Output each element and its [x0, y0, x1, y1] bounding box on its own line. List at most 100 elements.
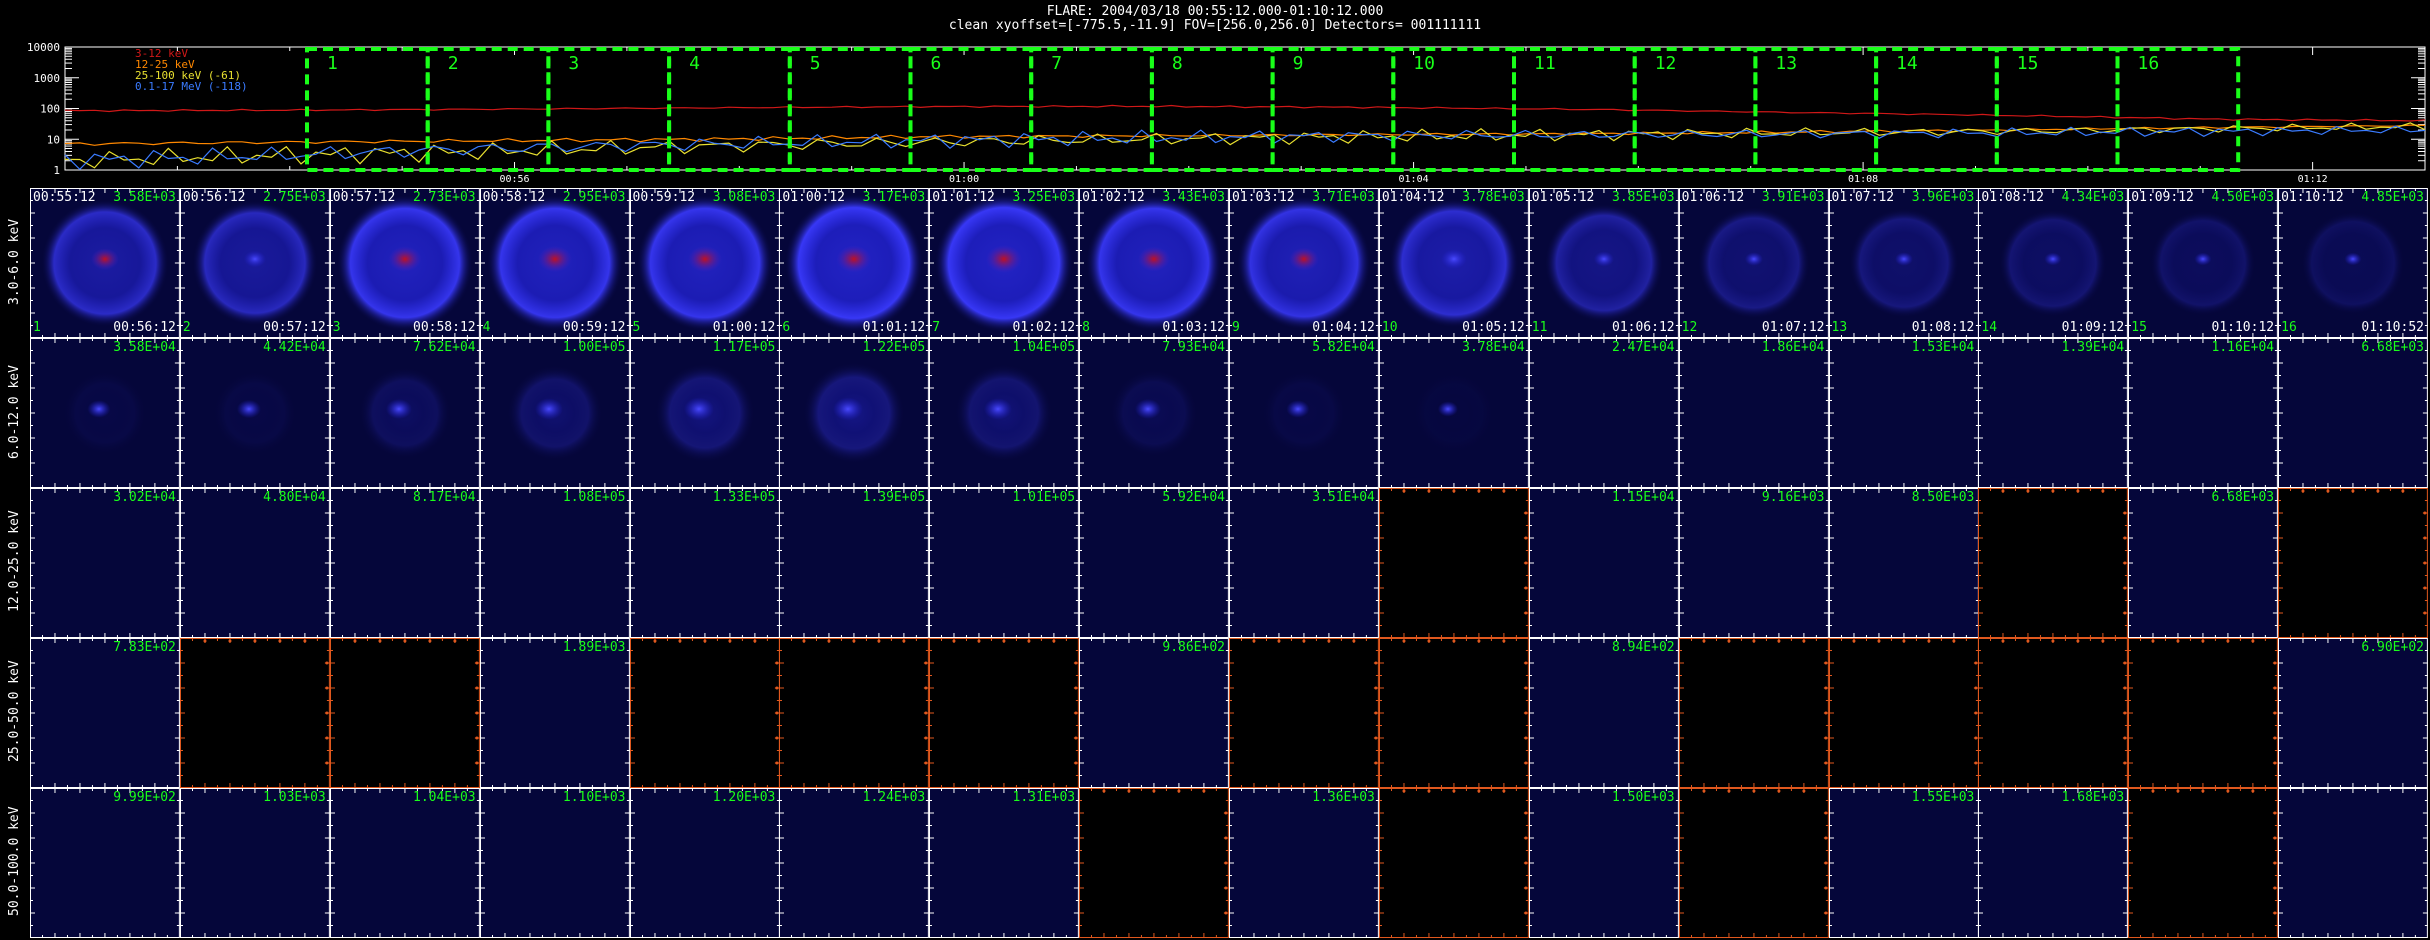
image-cell[interactable]: [1378, 788, 1529, 938]
image-cell[interactable]: 1.03E+03: [179, 788, 330, 938]
image-cell[interactable]: 6.68E+03: [2128, 488, 2279, 638]
cell-marker: [2123, 561, 2127, 565]
image-cell[interactable]: [329, 638, 480, 788]
image-cell[interactable]: [1828, 638, 1979, 788]
image-cell[interactable]: 1.01E+05: [929, 488, 1080, 638]
image-cell[interactable]: [2128, 638, 2279, 788]
image-cell[interactable]: [1229, 638, 1379, 788]
image-cell[interactable]: 7.62E+04: [329, 338, 480, 488]
image-cell[interactable]: 8.94E+02: [1528, 638, 1679, 788]
image-cell[interactable]: 1.36E+03: [1229, 788, 1379, 938]
image-index: 3: [332, 320, 341, 335]
image-cell[interactable]: [929, 638, 1080, 788]
image-cell[interactable]: 8.50E+03: [1828, 488, 1979, 638]
cell-marker: [1374, 661, 1378, 665]
cell-border: [929, 638, 1080, 788]
image-cell[interactable]: 2.95E+03 00:58:12 4 00:59:12: [479, 188, 630, 338]
image-cell-plot: [1079, 338, 1229, 488]
image-cell[interactable]: [2278, 788, 2428, 938]
image-cell[interactable]: [779, 638, 930, 788]
cell-marker: [2251, 789, 2255, 793]
image-cell[interactable]: [179, 638, 330, 788]
image-start-time: 01:07:12: [1831, 190, 1895, 205]
image-cell[interactable]: 1.53E+04: [1828, 338, 1979, 488]
image-peak-value: 1.22E+05: [862, 340, 926, 355]
image-cell[interactable]: 1.15E+04: [1528, 488, 1679, 638]
image-cell[interactable]: 8.17E+04: [329, 488, 480, 638]
image-cell[interactable]: 3.43E+03 01:02:12 8 01:03:12: [1079, 188, 1229, 338]
image-cell[interactable]: 2.47E+04: [1528, 338, 1679, 488]
image-cell[interactable]: 1.10E+03: [479, 788, 630, 938]
image-cell[interactable]: 2.73E+03 00:57:12 3 00:58:12: [329, 188, 480, 338]
image-cell[interactable]: 1.50E+03: [1528, 788, 1679, 938]
image-cell[interactable]: 1.33E+05: [629, 488, 780, 638]
image-cell[interactable]: 1.31E+03: [929, 788, 1080, 938]
image-cell[interactable]: 9.86E+02: [1079, 638, 1229, 788]
image-cell[interactable]: 1.16E+04: [2128, 338, 2279, 488]
image-cell[interactable]: 1.55E+03: [1828, 788, 1979, 938]
image-cell[interactable]: 2.75E+03 00:56:12 2 00:57:12: [179, 188, 330, 338]
image-cell-plot: [629, 788, 780, 938]
image-cell[interactable]: 9.16E+03: [1678, 488, 1829, 638]
image-cell[interactable]: 3.58E+03 00:55:12 1 00:56:12: [30, 188, 180, 338]
image-cell-plot: [1828, 188, 1979, 338]
image-cell[interactable]: 3.58E+04: [30, 338, 180, 488]
image-cell[interactable]: 1.86E+04: [1678, 338, 1829, 488]
image-cell[interactable]: 3.96E+03 01:07:12 13 01:08:12: [1828, 188, 1979, 338]
image-peak-value: 1.68E+03: [2061, 790, 2125, 805]
image-cell[interactable]: 3.08E+03 00:59:12 5 01:00:12: [629, 188, 780, 338]
cell-border: [2128, 788, 2279, 938]
image-cell[interactable]: 1.00E+05: [479, 338, 630, 488]
image-cell[interactable]: [1378, 638, 1529, 788]
image-cell[interactable]: 1.24E+03: [779, 788, 930, 938]
image-cell[interactable]: 3.78E+04: [1378, 338, 1529, 488]
image-cell[interactable]: [1079, 788, 1229, 938]
image-cell[interactable]: [1978, 638, 2129, 788]
image-cell[interactable]: 9.99E+02: [30, 788, 180, 938]
image-peak-value: 2.75E+03: [263, 190, 326, 205]
image-cell[interactable]: [2278, 488, 2428, 638]
image-cell[interactable]: 1.39E+05: [779, 488, 930, 638]
cell-marker: [1524, 661, 1528, 665]
cell-marker: [1727, 639, 1731, 643]
image-cell[interactable]: 5.92E+04: [1079, 488, 1229, 638]
image-cell[interactable]: 3.02E+04: [30, 488, 180, 638]
image-cell[interactable]: 4.34E+03 01:08:12 14 01:09:12: [1978, 188, 2129, 338]
image-cell[interactable]: 1.68E+03: [1978, 788, 2129, 938]
image-cell-plot: [179, 638, 330, 788]
image-cell[interactable]: 3.85E+03 01:05:12 11 01:06:12: [1528, 188, 1679, 338]
image-cell-plot: [779, 488, 930, 638]
image-cell-plot: [1378, 638, 1529, 788]
image-cell[interactable]: 3.51E+04: [1229, 488, 1379, 638]
image-cell[interactable]: 3.25E+03 01:01:12 7 01:02:12: [929, 188, 1080, 338]
image-cell[interactable]: [1678, 638, 1829, 788]
cell-border: [1528, 788, 1679, 938]
image-cell[interactable]: 3.71E+03 01:03:12 9 01:04:12: [1229, 188, 1379, 338]
image-cell[interactable]: 4.50E+03 01:09:12 15 01:10:12: [2128, 188, 2279, 338]
image-cell[interactable]: [629, 638, 780, 788]
image-cell[interactable]: [1378, 488, 1529, 638]
image-cell[interactable]: 7.83E+02: [30, 638, 180, 788]
image-cell[interactable]: 4.42E+04: [179, 338, 330, 488]
image-cell[interactable]: 6.90E+02: [2278, 638, 2428, 788]
image-cell[interactable]: 1.04E+05: [929, 338, 1080, 488]
image-cell[interactable]: [2128, 788, 2279, 938]
image-cell[interactable]: 1.04E+03: [329, 788, 480, 938]
image-cell[interactable]: [1978, 488, 2129, 638]
image-cell[interactable]: [1678, 788, 1829, 938]
image-cell[interactable]: 1.08E+05: [479, 488, 630, 638]
image-cell[interactable]: 7.93E+04: [1079, 338, 1229, 488]
image-cell[interactable]: 1.20E+03: [629, 788, 780, 938]
cell-border: [779, 488, 930, 638]
image-cell[interactable]: 3.91E+03 01:06:12 12 01:07:12: [1678, 188, 1829, 338]
image-cell[interactable]: 1.89E+03: [479, 638, 630, 788]
image-cell[interactable]: 5.82E+04: [1229, 338, 1379, 488]
image-cell[interactable]: 3.17E+03 01:00:12 6 01:01:12: [779, 188, 930, 338]
image-cell[interactable]: 1.17E+05: [629, 338, 780, 488]
image-cell[interactable]: 6.68E+03: [2278, 338, 2428, 488]
image-cell[interactable]: 4.80E+04: [179, 488, 330, 638]
image-cell[interactable]: 1.39E+04: [1978, 338, 2129, 488]
image-cell[interactable]: 3.78E+03 01:04:12 10 01:05:12: [1378, 188, 1529, 338]
image-cell[interactable]: 4.85E+03 01:10:12 16 01:10:52: [2278, 188, 2428, 338]
image-cell[interactable]: 1.22E+05: [779, 338, 930, 488]
